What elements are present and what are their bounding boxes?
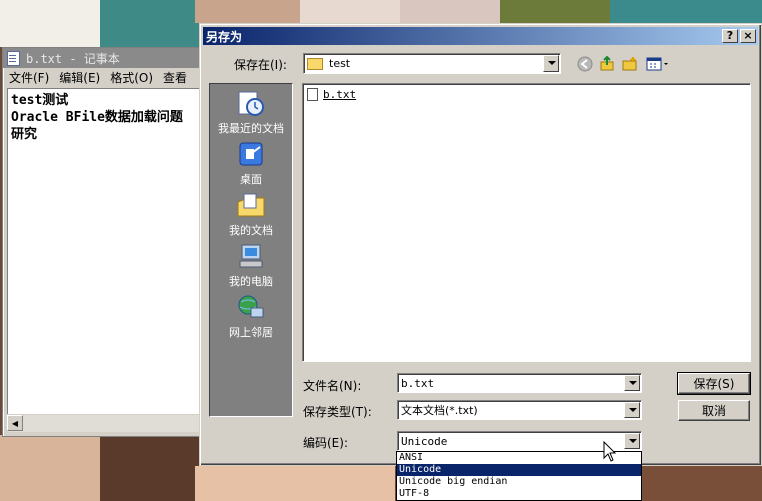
save-in-combo[interactable]: test bbox=[303, 53, 561, 74]
my-documents-icon bbox=[236, 192, 266, 220]
place-label: 我的文档 bbox=[229, 224, 273, 237]
file-name-label: 文件名(N): bbox=[303, 379, 362, 393]
menu-edit[interactable]: 编辑(E) bbox=[59, 69, 100, 86]
encoding-option-unicode-big-endian[interactable]: Unicode big endian bbox=[397, 476, 641, 488]
network-places-icon bbox=[236, 294, 266, 322]
place-label: 桌面 bbox=[240, 173, 262, 186]
notepad-text-area[interactable]: test测试 Oracle BFile数据加载问题 研究 bbox=[7, 88, 209, 414]
dialog-title: 另存为 bbox=[206, 29, 243, 44]
text-file-icon bbox=[307, 88, 318, 101]
notepad-titlebar[interactable]: b.txt - 记事本 bbox=[3, 48, 209, 68]
help-button[interactable]: ? bbox=[722, 29, 738, 43]
notepad-menubar: 文件(F) 编辑(E) 格式(O) 查看 bbox=[3, 68, 209, 87]
place-recent[interactable]: 我最近的文档 bbox=[210, 90, 292, 138]
chevron-down-icon[interactable] bbox=[624, 402, 640, 418]
scroll-left-arrow-icon[interactable]: ◀ bbox=[7, 415, 23, 431]
place-my-documents[interactable]: 我的文档 bbox=[210, 192, 292, 240]
place-network[interactable]: 网上邻居 bbox=[210, 294, 292, 342]
place-my-computer[interactable]: 我的电脑 bbox=[210, 243, 292, 291]
notepad-window: b.txt - 记事本 文件(F) 编辑(E) 格式(O) 查看 test测试 O… bbox=[2, 47, 210, 437]
encoding-option-utf8[interactable]: UTF-8 bbox=[397, 488, 641, 500]
menu-view[interactable]: 查看 bbox=[163, 69, 187, 86]
save-in-label: 保存在(I): bbox=[234, 58, 287, 72]
place-label: 我的电脑 bbox=[229, 275, 273, 288]
up-folder-icon[interactable] bbox=[598, 55, 616, 73]
place-label: 我最近的文档 bbox=[218, 122, 284, 135]
save-button[interactable]: 保存(S) bbox=[677, 372, 751, 395]
chevron-down-icon[interactable] bbox=[624, 375, 640, 391]
file-name: b.txt bbox=[323, 88, 357, 101]
save-type-value: 文本文档(*.txt) bbox=[401, 404, 478, 417]
new-folder-icon[interactable] bbox=[621, 55, 639, 73]
place-label: 网上邻居 bbox=[229, 326, 273, 339]
chevron-down-icon[interactable] bbox=[624, 433, 640, 449]
back-icon[interactable] bbox=[576, 55, 594, 73]
notepad-title: b.txt - 记事本 bbox=[26, 51, 120, 66]
place-desktop[interactable]: 桌面 bbox=[210, 141, 292, 189]
file-name-value: b.txt bbox=[401, 376, 435, 390]
close-button[interactable]: × bbox=[740, 29, 756, 43]
places-bar: 我最近的文档 桌面 我的文档 我的电脑 网上邻居 bbox=[209, 83, 293, 417]
notepad-document-icon bbox=[7, 50, 20, 66]
desktop-icon bbox=[236, 141, 266, 169]
encoding-label: 编码(E): bbox=[303, 436, 348, 450]
cancel-button[interactable]: 取消 bbox=[678, 400, 750, 421]
encoding-value: Unicode bbox=[401, 434, 448, 448]
file-item[interactable]: b.txt bbox=[307, 88, 356, 101]
mouse-pointer-icon bbox=[603, 440, 617, 466]
menu-file[interactable]: 文件(F) bbox=[9, 69, 49, 86]
save-type-select[interactable]: 文本文档(*.txt) bbox=[397, 400, 642, 420]
save-type-label: 保存类型(T): bbox=[303, 405, 372, 419]
folder-icon bbox=[307, 57, 323, 70]
dialog-titlebar[interactable]: 另存为 ? × bbox=[203, 27, 758, 45]
file-name-input[interactable]: b.txt bbox=[397, 373, 642, 393]
save-in-value: test bbox=[329, 57, 351, 70]
recent-documents-icon bbox=[236, 90, 266, 118]
chevron-down-icon[interactable] bbox=[543, 55, 559, 72]
text-line: 研究 bbox=[11, 127, 38, 142]
my-computer-icon bbox=[236, 243, 266, 271]
horizontal-scrollbar[interactable]: ◀ bbox=[7, 414, 209, 432]
text-line: test测试 bbox=[11, 93, 69, 108]
file-list[interactable]: b.txt bbox=[302, 83, 751, 362]
view-menu-icon[interactable] bbox=[646, 55, 670, 73]
save-as-dialog: 另存为 ? × 保存在(I): test 我最近的文档 桌面 我的文档 我的电脑… bbox=[199, 23, 762, 466]
menu-format[interactable]: 格式(O) bbox=[110, 69, 153, 86]
text-line: Oracle BFile数据加载问题 bbox=[11, 110, 183, 125]
